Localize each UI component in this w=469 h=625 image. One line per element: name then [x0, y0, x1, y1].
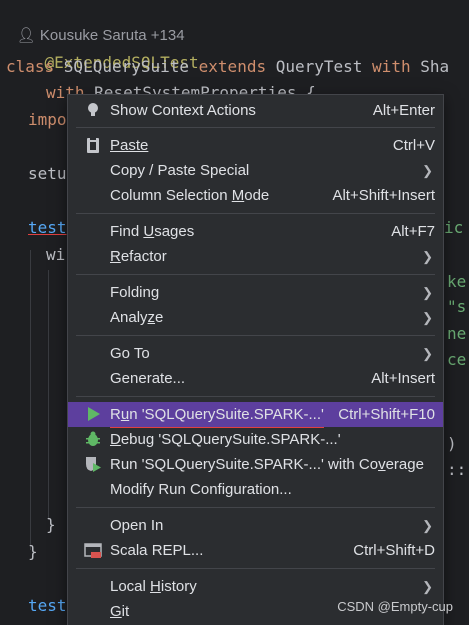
menu-item-analyze[interactable]: Analyze ❯ [68, 305, 443, 330]
code-line-tail: ce [447, 350, 467, 369]
code-line: @ExtendedSQLTest [6, 27, 199, 72]
coverage-icon [86, 457, 101, 472]
menu-separator [76, 274, 435, 275]
menu-item-modify-run-configuration[interactable]: Modify Run Configuration... [68, 477, 443, 502]
code-author-line: 👤︎ Kousuke Saruta +134 [0, 0, 185, 44]
menu-item-local-history[interactable]: Local History ❯ [68, 574, 443, 599]
menu-separator [76, 396, 435, 397]
menu-separator [76, 507, 435, 508]
code-line: test [28, 596, 67, 615]
code-line-tail: "s [447, 297, 467, 316]
submenu-arrow-icon: ❯ [422, 249, 433, 264]
console-icon [84, 543, 102, 558]
watermark: CSDN @Empty-cup [337, 599, 453, 614]
menu-item-folding[interactable]: Folding ❯ [68, 280, 443, 305]
menu-item-find-usages[interactable]: Find Usages Alt+F7 [68, 219, 443, 244]
menu-item-show-context-actions[interactable]: Show Context Actions Alt+Enter [68, 98, 443, 123]
clipboard-icon [87, 137, 99, 153]
menu-item-column-selection-mode[interactable]: Column Selection Mode Alt+Shift+Insert [68, 183, 443, 208]
menu-separator [76, 568, 435, 569]
code-line-tail: :: [447, 460, 467, 479]
code-line: class SQLQuerySuite extends QueryTest wi… [6, 57, 450, 76]
lightbulb-icon [88, 103, 98, 116]
code-line: impo [28, 110, 67, 129]
code-line: } [46, 515, 56, 534]
menu-separator [76, 213, 435, 214]
submenu-arrow-icon: ❯ [422, 310, 433, 325]
menu-item-paste[interactable]: Paste Ctrl+V [68, 133, 443, 158]
submenu-arrow-icon: ❯ [422, 346, 433, 361]
submenu-arrow-icon: ❯ [422, 579, 433, 594]
menu-item-debug[interactable]: Debug 'SQLQuerySuite.SPARK-...' [68, 427, 443, 452]
code-line: } [28, 542, 38, 561]
menu-item-generate[interactable]: Generate... Alt+Insert [68, 366, 443, 391]
menu-item-refactor[interactable]: Refactor ❯ [68, 244, 443, 269]
bug-icon [86, 431, 100, 446]
run-icon [88, 407, 100, 421]
menu-item-open-in[interactable]: Open In ❯ [68, 513, 443, 538]
menu-separator [76, 335, 435, 336]
code-line-tail: ic [444, 218, 464, 237]
code-line: wi [46, 245, 66, 264]
menu-item-copy-paste-special[interactable]: Copy / Paste Special ❯ [68, 158, 443, 183]
submenu-arrow-icon: ❯ [422, 285, 433, 300]
menu-item-scala-repl[interactable]: Scala REPL... Ctrl+Shift+D [68, 538, 443, 563]
code-line-tail: ne [447, 324, 467, 343]
submenu-arrow-icon: ❯ [422, 163, 433, 178]
indent-guide [30, 250, 31, 550]
menu-item-run[interactable]: Run 'SQLQuerySuite.SPARK-...' Ctrl+Shift… [68, 402, 443, 428]
submenu-arrow-icon: ❯ [422, 518, 433, 533]
code-line-tail: ) [447, 434, 457, 453]
menu-item-run-with-coverage[interactable]: Run 'SQLQuerySuite.SPARK-...' with Cover… [68, 452, 443, 477]
menu-separator [76, 127, 435, 128]
indent-guide [48, 270, 49, 520]
paste-label: Paste [110, 137, 149, 154]
code-line: test [28, 218, 67, 237]
menu-item-go-to[interactable]: Go To ❯ [68, 341, 443, 366]
context-menu: Show Context Actions Alt+Enter Paste Ctr… [67, 94, 444, 625]
code-line: setu [28, 164, 67, 183]
code-line-tail: ke [447, 272, 467, 291]
